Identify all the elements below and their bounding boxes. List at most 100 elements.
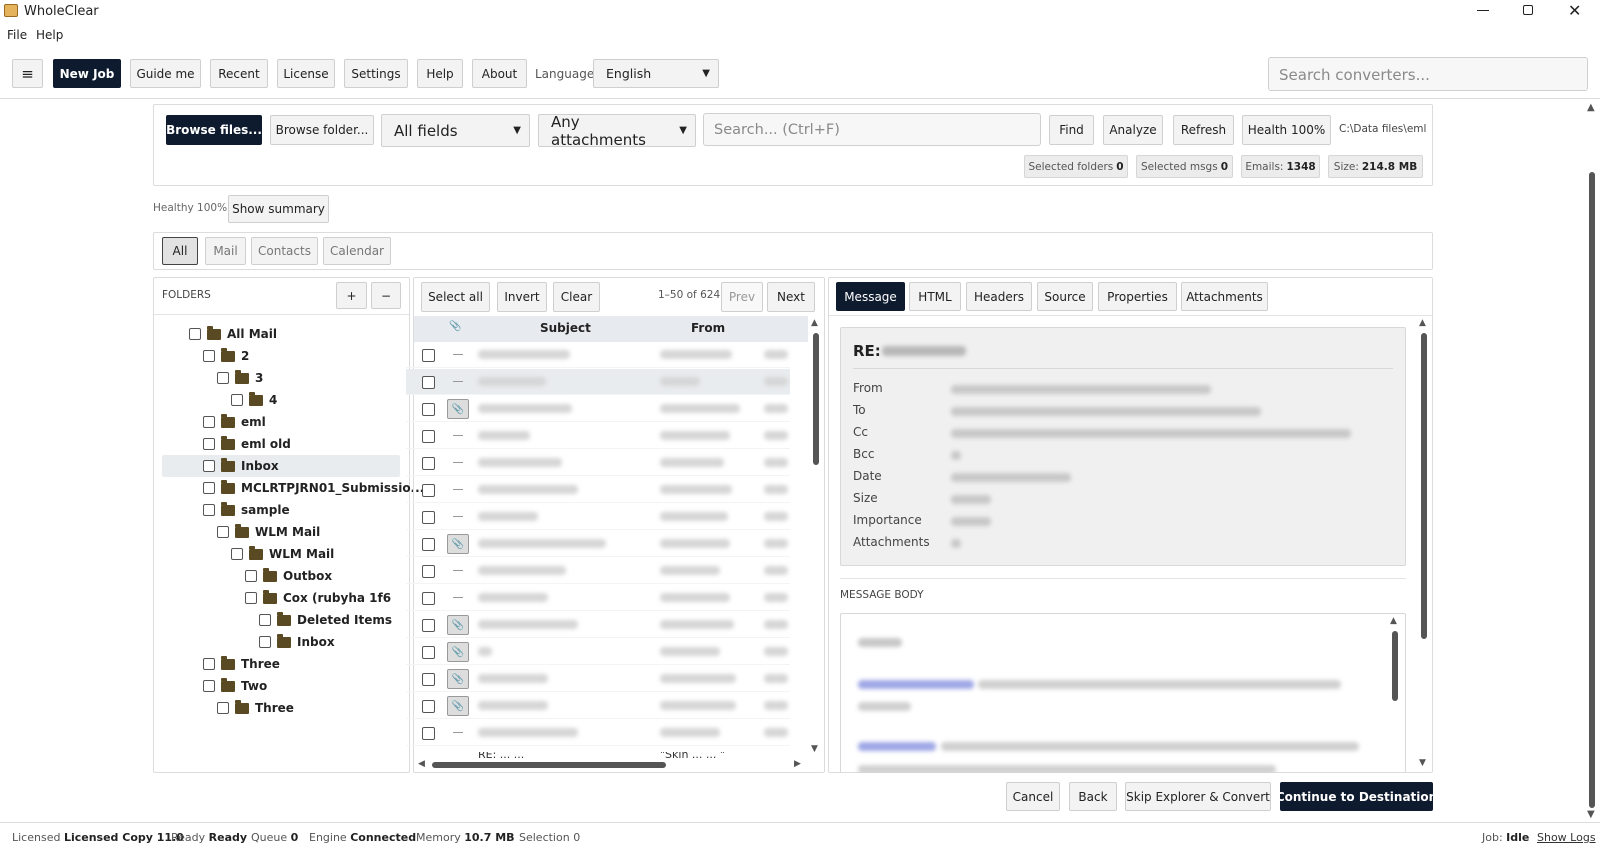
row-checkbox[interactable] [422, 619, 435, 632]
row-checkbox[interactable] [422, 727, 435, 740]
tab-message[interactable]: Message [836, 282, 905, 311]
health-button[interactable]: Health 100% [1242, 115, 1331, 145]
row-checkbox[interactable] [422, 484, 435, 497]
scrollbar-thumb[interactable] [1589, 172, 1595, 808]
tab-source[interactable]: Source [1037, 282, 1093, 311]
row-checkbox[interactable] [422, 565, 435, 578]
email-row[interactable] [406, 504, 790, 530]
folder-checkbox[interactable] [203, 350, 215, 362]
folder-checkbox[interactable] [231, 394, 243, 406]
row-checkbox[interactable] [422, 700, 435, 713]
guide-me-button[interactable]: Guide me [130, 59, 201, 88]
license-button[interactable]: License [277, 59, 335, 88]
skip-explorer-button[interactable]: Skip Explorer & Convert [1125, 782, 1271, 811]
folder-checkbox[interactable] [189, 328, 201, 340]
folder-item[interactable]: Outbox [245, 566, 332, 586]
scrollbar-thumb[interactable] [432, 762, 666, 768]
tab-headers[interactable]: Headers [966, 282, 1032, 311]
folder-item[interactable]: eml old [203, 434, 291, 454]
email-row[interactable] [406, 477, 790, 503]
email-row[interactable]: 📎 [406, 612, 790, 638]
row-checkbox[interactable] [422, 646, 435, 659]
email-row[interactable]: 📎 [406, 666, 790, 692]
subject-column-header[interactable]: Subject [540, 321, 591, 335]
attachments-select[interactable]: Any attachments ▼ [538, 113, 696, 149]
folder-checkbox[interactable] [203, 416, 215, 428]
folder-item[interactable]: Inbox [203, 456, 279, 476]
find-button[interactable]: Find [1049, 115, 1094, 145]
filter-tab-contacts[interactable]: Contacts [251, 237, 318, 265]
row-checkbox[interactable] [422, 511, 435, 524]
browse-files-button[interactable]: Browse files... [166, 115, 262, 145]
folder-item[interactable]: Three [203, 654, 280, 674]
email-row[interactable]: 📎 [406, 639, 790, 665]
folder-item[interactable]: Cox (rubyha 1f6 [245, 588, 391, 608]
row-checkbox[interactable] [422, 592, 435, 605]
email-row[interactable] [406, 558, 790, 584]
browse-folder-button[interactable]: Browse folder... [270, 115, 374, 145]
clear-button[interactable]: Clear [553, 282, 600, 312]
hamburger-menu-button[interactable]: ≡ [12, 59, 43, 88]
folder-checkbox[interactable] [217, 526, 229, 538]
email-row[interactable] [406, 369, 790, 395]
list-vertical-scrollbar[interactable]: ▲ ▼ [810, 318, 822, 756]
email-row[interactable] [406, 720, 790, 746]
preview-scrollbar[interactable]: ▲ ▼ [1418, 318, 1430, 772]
scroll-left-icon[interactable]: ◀ [418, 759, 425, 769]
filter-tab-mail[interactable]: Mail [205, 237, 246, 265]
folder-item[interactable]: All Mail [189, 324, 277, 344]
scrollbar-thumb[interactable] [813, 333, 819, 465]
back-button[interactable]: Back [1069, 782, 1117, 811]
close-icon[interactable]: ✕ [1568, 1, 1581, 20]
scrollbar-thumb[interactable] [1421, 333, 1427, 639]
folder-item[interactable]: eml [203, 412, 266, 432]
select-all-button[interactable]: Select all [421, 282, 490, 312]
remove-folder-button[interactable]: − [371, 282, 401, 309]
scroll-up-icon[interactable]: ▲ [1587, 102, 1595, 113]
tab-html[interactable]: HTML [909, 282, 961, 311]
minimize-icon[interactable] [1477, 10, 1489, 11]
continue-to-destination-button[interactable]: Continue to Destination [1276, 782, 1437, 811]
row-checkbox[interactable] [422, 376, 435, 389]
folder-item[interactable]: sample [203, 500, 290, 520]
restore-icon[interactable] [1523, 5, 1533, 15]
folder-checkbox[interactable] [203, 460, 215, 472]
tab-properties[interactable]: Properties [1098, 282, 1177, 311]
help-button[interactable]: Help [417, 59, 463, 88]
about-button[interactable]: About [472, 59, 527, 88]
row-checkbox[interactable] [422, 349, 435, 362]
attachment-column-header[interactable]: 📎 [449, 321, 461, 332]
recent-button[interactable]: Recent [210, 59, 268, 88]
new-job-button[interactable]: New Job [53, 59, 121, 88]
menu-help[interactable]: Help [36, 28, 63, 42]
prev-page-button[interactable]: Prev [721, 282, 763, 312]
email-row[interactable]: 📎 [406, 396, 790, 422]
row-checkbox[interactable] [422, 457, 435, 470]
row-checkbox[interactable] [422, 430, 435, 443]
folder-item[interactable]: WLM Mail [231, 544, 334, 564]
settings-button[interactable]: Settings [344, 59, 408, 88]
folder-checkbox[interactable] [203, 658, 215, 670]
next-page-button[interactable]: Next [767, 282, 815, 312]
language-select[interactable]: English ▼ [593, 59, 719, 88]
list-horizontal-scrollbar[interactable]: ◀ ▶ [416, 759, 806, 771]
scroll-down-icon[interactable]: ▼ [811, 744, 818, 754]
search-converters-input[interactable]: Search converters... [1268, 57, 1588, 91]
email-row[interactable]: 📎 [406, 531, 790, 557]
show-summary-button[interactable]: Show summary [228, 195, 329, 223]
folder-item[interactable]: MCLRTPJRN01_Submissio... [203, 478, 424, 498]
scroll-down-icon[interactable]: ▼ [1587, 809, 1595, 820]
folder-checkbox[interactable] [203, 680, 215, 692]
folder-checkbox[interactable] [259, 614, 271, 626]
folder-item[interactable]: Three [217, 698, 294, 718]
folder-checkbox[interactable] [217, 372, 229, 384]
folder-item[interactable]: 4 [231, 390, 277, 410]
row-checkbox[interactable] [422, 403, 435, 416]
tab-attachments[interactable]: Attachments [1181, 282, 1268, 311]
analyze-button[interactable]: Analyze [1103, 115, 1163, 145]
menu-file[interactable]: File [7, 28, 27, 42]
scroll-up-icon[interactable]: ▲ [811, 318, 818, 328]
folder-item[interactable]: Inbox [259, 632, 335, 652]
filter-tab-all[interactable]: All [162, 237, 198, 265]
folder-checkbox[interactable] [203, 504, 215, 516]
